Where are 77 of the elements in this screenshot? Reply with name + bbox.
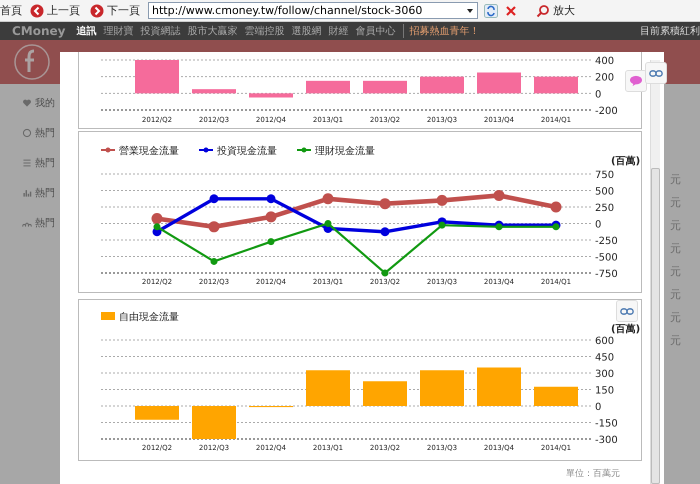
nav-link[interactable]: 財經 xyxy=(328,24,348,38)
point xyxy=(496,223,502,230)
tick-label: -250 xyxy=(595,236,618,247)
back-button[interactable]: 上一頁 xyxy=(28,3,82,18)
tick-label: 600 xyxy=(595,336,614,347)
point xyxy=(380,198,390,210)
table-cell-text: 元 xyxy=(670,287,682,302)
point xyxy=(152,213,162,224)
point xyxy=(550,202,562,212)
address-field[interactable]: http://www.cmoney.tw/follow/channel/stock-3060 xyxy=(148,2,478,19)
table-cell-text: 元 xyxy=(670,241,682,256)
sidebar-item[interactable]: 熱門 xyxy=(22,186,55,200)
point xyxy=(154,223,160,230)
table-cell-text: 元 xyxy=(670,310,682,325)
tick-label: 0 xyxy=(595,402,602,413)
forward-button[interactable]: 下一頁 xyxy=(88,3,142,18)
sidebar-item[interactable]: 熱門 xyxy=(22,126,55,140)
point xyxy=(268,238,274,246)
tick-label: -200 xyxy=(595,106,618,117)
point xyxy=(266,194,276,204)
tick-label: 0 xyxy=(595,220,602,230)
legend-item[interactable]: 理財現金流量 xyxy=(297,146,375,157)
tick-label: 300 xyxy=(595,369,614,380)
tick-label: 250 xyxy=(595,203,614,214)
legend-item[interactable]: 營業現金流量 xyxy=(101,146,179,157)
table-cell-text: 元 xyxy=(670,218,682,233)
sidebar-item[interactable]: 熱門 xyxy=(22,156,55,170)
tick-label: 400 xyxy=(595,56,614,67)
table-cell-text: 元 xyxy=(670,333,682,348)
sidebar-item[interactable]: 熱門 xyxy=(22,216,55,230)
tick-label: -150 xyxy=(595,418,618,430)
point xyxy=(552,223,560,230)
unit-label: (百萬) xyxy=(611,324,640,335)
point xyxy=(382,270,388,276)
promo-link[interactable]: 招募熱血青年！ xyxy=(402,24,480,38)
legend-label: 理財現金流量 xyxy=(315,145,375,157)
tick-label: 500 xyxy=(595,186,614,198)
point xyxy=(494,190,504,201)
nav-link[interactable]: 投資網誌 xyxy=(140,24,180,38)
legend-label: 營業現金流量 xyxy=(119,145,179,157)
point xyxy=(210,258,218,265)
nav-link[interactable]: 選股網 xyxy=(292,24,322,38)
nav-link[interactable]: 雲端控股 xyxy=(244,24,284,38)
nav-link[interactable]: 追訊 xyxy=(76,24,96,38)
point xyxy=(436,194,448,206)
legend-label: 投資現金流量 xyxy=(216,145,277,157)
tick-label: 0 xyxy=(595,89,602,100)
nav-link[interactable]: 會員中心 xyxy=(356,24,396,38)
point xyxy=(210,194,218,204)
tick-label: -300 xyxy=(595,435,618,446)
unit-label: (百萬) xyxy=(611,156,640,167)
site-logo[interactable]: CMoney xyxy=(12,24,66,38)
bonus-text: 目前累積紅利 xyxy=(640,24,700,38)
table-cell-text: 元 xyxy=(670,195,682,210)
legend-item[interactable]: 投資現金流量 xyxy=(199,146,277,157)
home-button[interactable]: 首頁 xyxy=(0,3,22,18)
point xyxy=(324,220,332,227)
tick-label: 750 xyxy=(595,170,614,181)
point xyxy=(322,193,334,204)
nav-link[interactable]: 股市大贏家 xyxy=(188,24,238,38)
tick-label: 450 xyxy=(595,352,614,364)
zoom-button[interactable]: 放大 xyxy=(534,3,577,18)
tick-label: 200 xyxy=(595,72,614,84)
unit-note: 單位：百萬元 xyxy=(566,468,621,480)
tick-label: -500 xyxy=(595,252,618,264)
tick-label: 150 xyxy=(595,386,614,396)
legend-label: 自由現金流量 xyxy=(119,311,179,323)
point xyxy=(208,221,220,232)
point xyxy=(380,227,390,236)
point xyxy=(266,211,276,222)
tick-label: -750 xyxy=(595,269,618,280)
table-cell-text: 元 xyxy=(670,264,682,279)
table-cell-text: 元 xyxy=(670,172,682,187)
legend-item[interactable]: 自由現金流量 xyxy=(101,312,179,323)
point xyxy=(438,222,446,229)
nav-link[interactable]: 理財寶 xyxy=(104,24,134,38)
sidebar-item[interactable]: 我的 xyxy=(22,96,55,110)
